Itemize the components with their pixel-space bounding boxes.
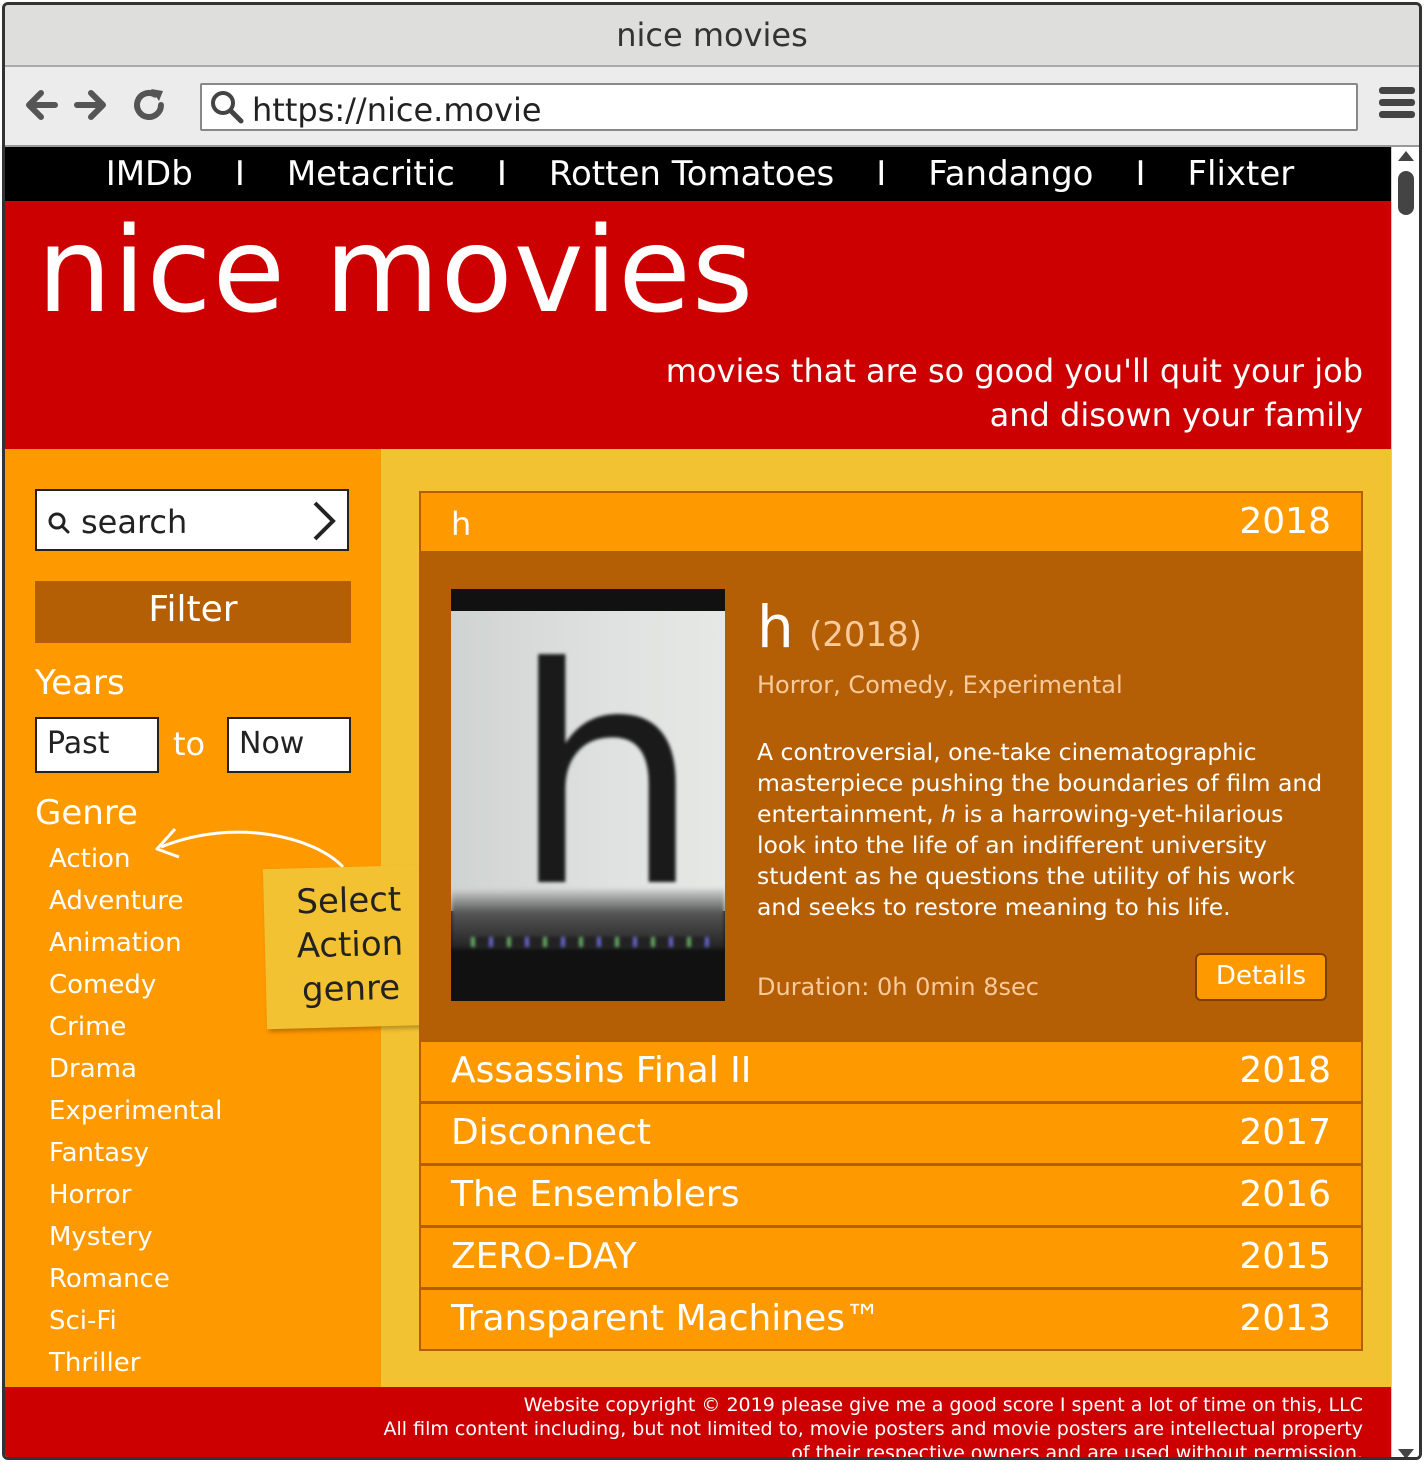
chevron-right-icon[interactable] — [311, 499, 337, 543]
url-bar[interactable]: https://nice.movie — [200, 83, 1358, 131]
tagline-line: and disown your family — [989, 396, 1363, 434]
page-viewport: IMDb I Metacritic I Rotten Tomatoes I Fa… — [5, 147, 1395, 1460]
nav-separator: I — [496, 154, 507, 194]
footer-line: of their respective owners and are used … — [791, 1442, 1363, 1460]
footer-line: All film content including, but not limi… — [383, 1418, 1363, 1440]
annotation-sticky-note: Select Action genre — [262, 864, 438, 1030]
genre-item-sci-fi[interactable]: Sci-Fi — [49, 1301, 222, 1343]
search-icon — [48, 512, 70, 534]
years-to-label: to — [173, 725, 206, 763]
genre-item-comedy[interactable]: Comedy — [49, 965, 222, 1007]
details-button[interactable]: Details — [1195, 953, 1327, 1001]
search-input[interactable]: search — [35, 489, 349, 551]
poster-dots — [471, 937, 711, 947]
movie-row[interactable]: The Ensemblers 2016 — [419, 1165, 1363, 1227]
genre-item-drama[interactable]: Drama — [49, 1049, 222, 1091]
vertical-scrollbar[interactable] — [1391, 147, 1419, 1457]
browser-toolbar: https://nice.movie — [5, 67, 1419, 147]
movie-row-title: h — [451, 505, 472, 543]
nav-link-imdb[interactable]: IMDb — [102, 154, 197, 194]
reload-icon[interactable] — [129, 85, 169, 125]
tagline-line: movies that are so good you'll quit your… — [665, 352, 1363, 390]
nav-link-metacritic[interactable]: Metacritic — [283, 154, 459, 194]
movie-title: h — [757, 593, 794, 661]
years-label: Years — [35, 663, 125, 703]
genre-list: Action Adventure Animation Comedy Crime … — [49, 839, 222, 1385]
movie-genres: Horror, Comedy, Experimental — [757, 671, 1123, 699]
scroll-down-icon[interactable] — [1398, 1449, 1414, 1457]
search-icon — [211, 91, 244, 124]
window-title: nice movies — [5, 5, 1419, 67]
menu-icon[interactable] — [1379, 87, 1415, 127]
movie-row-selected[interactable]: h 2018 — [419, 491, 1363, 553]
movie-row-year: 2018 — [1239, 501, 1331, 542]
browser-window: nice movies https://nice.movie IMDb I Me… — [2, 2, 1422, 1460]
back-arrow-icon[interactable] — [21, 85, 61, 125]
site-header: nice movies movies that are so good you'… — [5, 201, 1395, 449]
scroll-up-icon[interactable] — [1398, 151, 1414, 161]
nav-link-rotten-tomatoes[interactable]: Rotten Tomatoes — [545, 154, 838, 194]
scroll-thumb[interactable] — [1398, 171, 1414, 215]
nav-separator: I — [234, 154, 245, 194]
annotation-line: genre — [301, 967, 401, 1011]
genre-item-animation[interactable]: Animation — [49, 923, 222, 965]
year-to-input[interactable]: Now — [227, 717, 351, 773]
movie-poster[interactable]: h — [451, 589, 725, 1001]
movie-year: (2018) — [809, 615, 923, 655]
movie-duration: Duration: 0h 0min 8sec — [757, 973, 1039, 1001]
movie-row-title: ZERO-DAY — [451, 1236, 637, 1277]
movie-row-year: 2018 — [1239, 1050, 1331, 1091]
annotation-line: Action — [296, 923, 404, 967]
genre-item-adventure[interactable]: Adventure — [49, 881, 222, 923]
movie-row[interactable]: Assassins Final II 2018 — [419, 1041, 1363, 1103]
movie-list: h 2018 h h (2018) Horror, Comedy, Experi… — [419, 491, 1363, 1351]
nav-link-flixter[interactable]: Flixter — [1183, 154, 1298, 194]
movie-row-title: The Ensemblers — [451, 1174, 740, 1215]
year-from-input[interactable]: Past — [35, 717, 159, 773]
movie-row-title: Assassins Final II — [451, 1050, 752, 1091]
top-nav: IMDb I Metacritic I Rotten Tomatoes I Fa… — [5, 147, 1395, 201]
movie-row-title: Transparent Machines™ — [451, 1298, 882, 1339]
genre-item-crime[interactable]: Crime — [49, 1007, 222, 1049]
filter-button[interactable]: Filter — [35, 581, 351, 643]
movie-row[interactable]: Transparent Machines™ 2013 — [419, 1289, 1363, 1351]
description-italic: h — [941, 800, 957, 828]
genre-item-thriller[interactable]: Thriller — [49, 1343, 222, 1385]
site-tagline: movies that are so good you'll quit your… — [666, 349, 1363, 437]
annotation-line: Select — [295, 879, 402, 923]
movie-row[interactable]: Disconnect 2017 — [419, 1103, 1363, 1165]
movie-detail-panel: h h (2018) Horror, Comedy, Experimental … — [419, 553, 1363, 1041]
movie-row-year: 2017 — [1239, 1112, 1331, 1153]
genre-item-horror[interactable]: Horror — [49, 1175, 222, 1217]
genre-item-experimental[interactable]: Experimental — [49, 1091, 222, 1133]
poster-letter: h — [511, 604, 702, 953]
genre-label: Genre — [35, 793, 138, 833]
site-footer: Website copyright © 2019 please give me … — [5, 1387, 1395, 1460]
movie-description: A controversial, one-take cinematographi… — [757, 737, 1337, 923]
movie-row-year: 2015 — [1239, 1236, 1331, 1277]
search-placeholder: search — [81, 503, 188, 541]
movie-row[interactable]: ZERO-DAY 2015 — [419, 1227, 1363, 1289]
movie-row-year: 2016 — [1239, 1174, 1331, 1215]
genre-item-romance[interactable]: Romance — [49, 1259, 222, 1301]
nav-link-fandango[interactable]: Fandango — [924, 154, 1097, 194]
footer-line: Website copyright © 2019 please give me … — [523, 1394, 1363, 1416]
movie-row-title: Disconnect — [451, 1112, 651, 1153]
nav-separator: I — [1135, 154, 1146, 194]
site-brand[interactable]: nice movies — [37, 201, 754, 339]
forward-arrow-icon[interactable] — [71, 85, 111, 125]
genre-item-mystery[interactable]: Mystery — [49, 1217, 222, 1259]
nav-separator: I — [876, 154, 887, 194]
genre-item-fantasy[interactable]: Fantasy — [49, 1133, 222, 1175]
movie-row-year: 2013 — [1239, 1298, 1331, 1339]
url-text: https://nice.movie — [252, 91, 542, 129]
